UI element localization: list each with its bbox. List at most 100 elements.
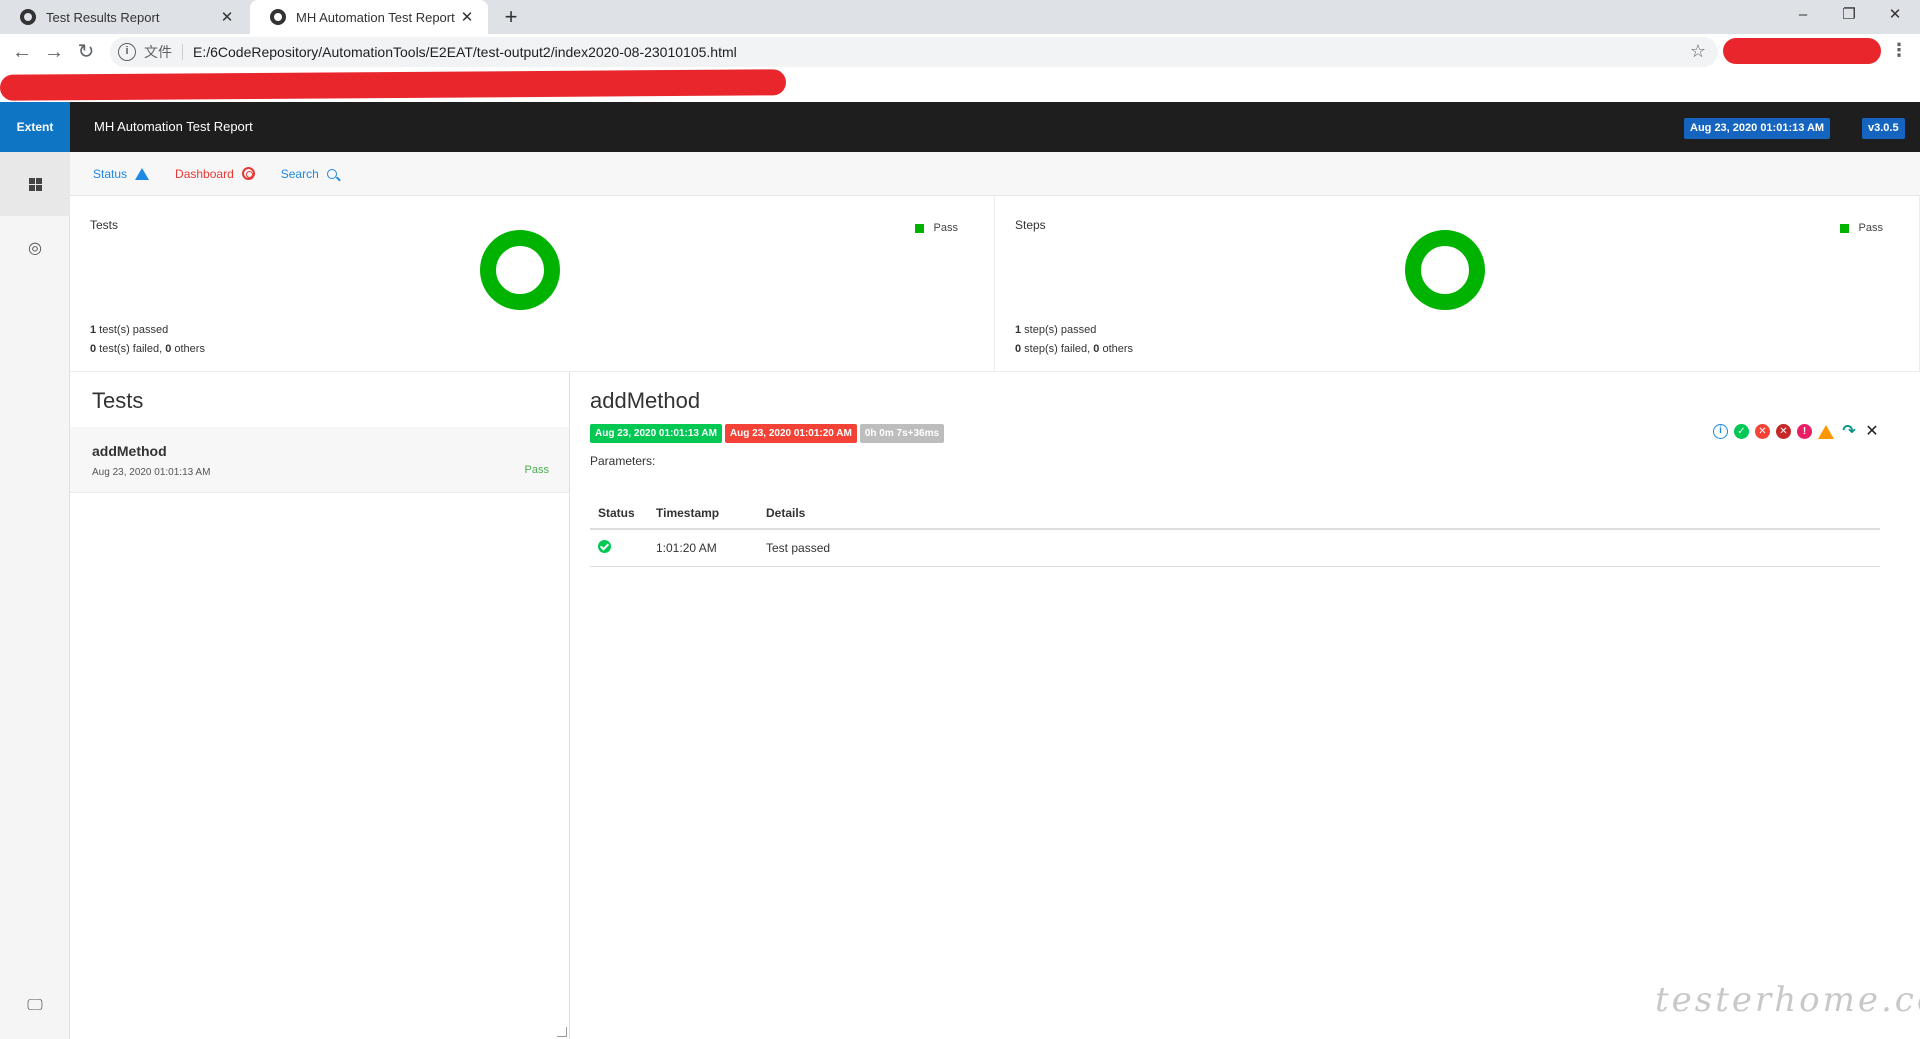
test-list-item[interactable]: addMethod Aug 23, 2020 01:01:13 AM Pass <box>70 427 569 493</box>
address-bar[interactable]: i 文件 E:/6CodeRepository/AutomationTools/… <box>110 37 1718 67</box>
browser-tab-mh-report[interactable]: MH Automation Test Report ✕ <box>250 0 488 34</box>
error-icon[interactable]: ! <box>1797 424 1812 439</box>
info-icon[interactable]: i <box>1713 424 1728 439</box>
steps-failed-line: 0 step(s) failed, 0 others <box>1015 343 1134 355</box>
browser-toolbar: ← → ↻ i 文件 E:/6CodeRepository/Automation… <box>0 34 1920 70</box>
steps-passed-line: 1 step(s) passed <box>1015 324 1097 336</box>
legend-label: Pass <box>933 222 958 234</box>
brand-logo[interactable]: Extent <box>0 102 70 152</box>
test-list-heading: Tests <box>92 388 144 413</box>
legend-swatch <box>1839 223 1849 233</box>
legend-swatch <box>914 223 924 233</box>
status-filter-icons: i ✓ ✕ ✕ ! ↷ ✕ <box>1707 424 1880 440</box>
start-time-badge: Aug 23, 2020 01:01:13 AM <box>590 424 722 443</box>
end-time-badge: Aug 23, 2020 01:01:20 AM <box>724 424 857 443</box>
info-circle-icon[interactable]: i <box>118 43 136 61</box>
search-icon <box>326 168 337 179</box>
target-icon: ◎ <box>28 240 42 257</box>
dashboard-link[interactable]: Dashboard <box>175 167 255 181</box>
tests-passed-line: 1 test(s) passed <box>90 324 169 336</box>
column-header-details: Details <box>758 502 1880 530</box>
test-list-panel: Tests addMethod Aug 23, 2020 01:01:13 AM… <box>70 372 570 1039</box>
dashboard-icon <box>241 167 255 180</box>
pass-icon[interactable]: ✓ <box>1734 424 1749 439</box>
reload-icon[interactable]: ↻ <box>72 38 100 66</box>
test-status-label: Pass <box>524 464 549 476</box>
fail-icon[interactable]: ✕ <box>1755 424 1770 439</box>
version-badge: v3.0.5 <box>1862 118 1905 139</box>
time-badges: Aug 23, 2020 01:01:13 AM Aug 23, 2020 01… <box>590 424 947 443</box>
pass-check-icon <box>598 540 611 553</box>
step-status-cell <box>590 529 648 567</box>
duration-badge: 0h 0m 7s+36ms <box>859 424 945 443</box>
grid-icon <box>28 177 42 191</box>
tests-failed-line: 0 test(s) failed, 0 others <box>90 343 205 355</box>
report-name: MH Automation Test Report <box>94 119 253 134</box>
sidebar-item-tests[interactable] <box>0 152 70 216</box>
steps-summary-card: Steps Pass 1 step(s) passed 0 step(s) fa… <box>995 196 1920 372</box>
new-tab-plus-icon[interactable]: + <box>498 4 524 30</box>
menu-dots-icon[interactable]: ⋮ <box>1890 40 1908 61</box>
sub-navigation: Status Dashboard Search <box>70 152 1920 196</box>
star-bookmark-icon[interactable]: ☆ <box>1690 41 1706 62</box>
url-text: E:/6CodeRepository/AutomationTools/E2EAT… <box>193 44 737 60</box>
status-filter-link[interactable]: Status <box>93 166 150 181</box>
clear-icon[interactable]: ✕ <box>1864 424 1880 440</box>
back-arrow-icon[interactable]: ← <box>8 38 36 66</box>
sidebar-item-dashboard[interactable]: ◎ <box>0 216 70 280</box>
tests-donut-chart <box>480 230 560 310</box>
skip-icon[interactable]: ↷ <box>1840 424 1858 440</box>
chart-legend[interactable]: Pass <box>914 222 958 234</box>
column-header-status: Status <box>590 502 648 530</box>
table-row: 1:01:20 AM Test passed <box>590 529 1880 567</box>
card-title: Tests <box>90 218 119 232</box>
steps-donut-chart <box>1405 230 1485 310</box>
parameters-label: Parameters: <box>590 454 656 468</box>
globe-icon <box>20 9 36 25</box>
chart-legend[interactable]: Pass <box>1839 222 1883 234</box>
resize-handle[interactable] <box>557 1027 567 1037</box>
search-label: Search <box>280 166 319 181</box>
donut-pass-slice[interactable] <box>480 230 560 310</box>
status-label: Status <box>93 166 128 181</box>
test-detail-title: addMethod <box>590 388 701 413</box>
warning-triangle-icon <box>135 167 150 180</box>
fatal-icon[interactable]: ✕ <box>1776 424 1791 439</box>
tab-title: MH Automation Test Report <box>296 9 455 25</box>
card-title: Steps <box>1015 218 1046 232</box>
search-link[interactable]: Search <box>281 167 337 181</box>
warning-icon[interactable] <box>1818 424 1834 439</box>
report-header: Extent MH Automation Test Report Aug 23,… <box>0 102 1920 152</box>
tests-summary-card: Tests Pass 1 test(s) passed 0 test(s) fa… <box>70 196 995 372</box>
dashboard-label: Dashboard <box>175 166 234 181</box>
redaction-mark <box>1723 38 1881 64</box>
legend-label: Pass <box>1858 222 1883 234</box>
close-icon[interactable]: ✕ <box>218 8 236 26</box>
divider <box>182 44 183 60</box>
test-name: addMethod <box>92 443 167 459</box>
tab-title: Test Results Report <box>46 9 160 25</box>
column-header-timestamp: Timestamp <box>648 502 758 530</box>
steps-table: Status Timestamp Details 1:01:20 AM Test… <box>590 502 1880 567</box>
redaction-mark <box>0 69 787 101</box>
forward-arrow-icon[interactable]: → <box>40 38 68 66</box>
minimize-icon[interactable]: – <box>1780 0 1826 34</box>
browser-tab-bar: Test Results Report ✕ MH Automation Test… <box>0 0 1920 34</box>
restore-icon[interactable]: ❐ <box>1826 0 1872 34</box>
test-start-time: Aug 23, 2020 01:01:13 AM <box>92 467 211 478</box>
browser-tab-test-results[interactable]: Test Results Report ✕ <box>0 0 248 34</box>
step-details: Test passed <box>758 529 1880 567</box>
monitor-icon: 🖵 <box>27 997 43 1014</box>
report-date-badge: Aug 23, 2020 01:01:13 AM <box>1684 118 1831 139</box>
globe-icon <box>270 9 286 25</box>
donut-pass-slice[interactable] <box>1405 230 1485 310</box>
watermark: testerhome.com <box>1655 980 1920 1020</box>
url-protocol: 文件 <box>144 44 172 60</box>
table-header-row: Status Timestamp Details <box>590 502 1880 530</box>
close-icon[interactable]: ✕ <box>458 8 476 26</box>
step-timestamp: 1:01:20 AM <box>648 529 758 567</box>
window-close-icon[interactable]: ✕ <box>1872 0 1918 34</box>
test-detail-panel: addMethod Aug 23, 2020 01:01:13 AM Aug 2… <box>570 372 1920 1039</box>
sidebar-item-environment[interactable]: 🖵 <box>0 974 70 1038</box>
left-sidebar: ◎ 🖵 <box>0 152 70 1039</box>
